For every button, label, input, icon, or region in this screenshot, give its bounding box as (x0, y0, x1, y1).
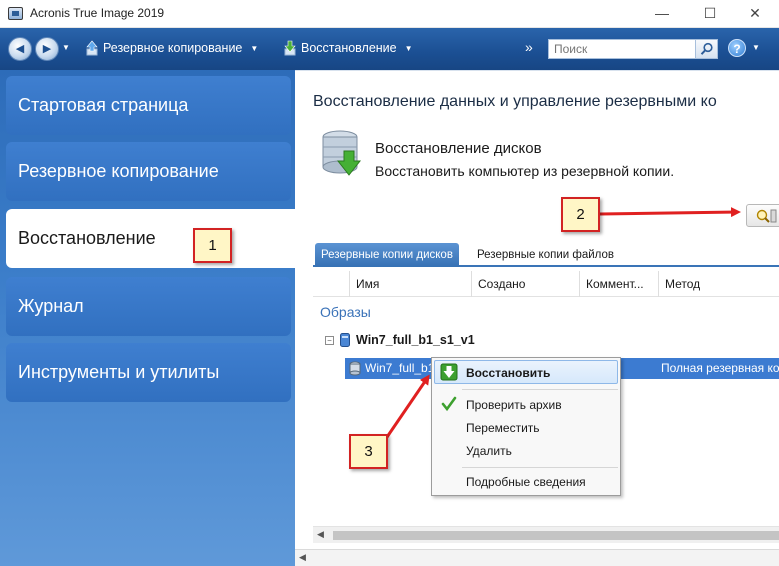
download-arrow-icon (284, 40, 296, 56)
menu-item-validate[interactable]: Проверить архив (466, 398, 562, 412)
backup-menu-button[interactable]: Резервное копирование ▼ (85, 40, 258, 56)
horizontal-scrollbar[interactable]: ◀ (313, 526, 779, 543)
sidebar-item-tools[interactable]: Инструменты и утилиты (6, 343, 291, 402)
section-title: Восстановление дисков (375, 140, 542, 157)
search-box (548, 39, 718, 59)
sidebar-item-home[interactable]: Стартовая страница (6, 76, 291, 135)
title-bar: Acronis True Image 2019 — ☐ ✕ (0, 0, 779, 28)
menu-separator (462, 389, 618, 390)
backup-method: Полная резервная ко (661, 361, 779, 375)
menu-item-move[interactable]: Переместить (466, 421, 540, 435)
archive-row[interactable]: − Win7_full_b1_s1_v1 (325, 333, 475, 347)
scroll-left-icon[interactable]: ◀ (299, 552, 306, 563)
back-arrow-icon: ◀ (15, 43, 25, 55)
sidebar: Стартовая страница Резервное копирование… (0, 70, 295, 566)
overflow-chevron-icon[interactable]: » (525, 39, 533, 55)
page-title: Восстановление данных и управление резер… (313, 93, 717, 110)
backup-name: Win7_full_b1 (365, 361, 435, 375)
archive-icon (340, 333, 350, 347)
sidebar-item-log[interactable]: Журнал (6, 277, 291, 336)
callout-3: 3 (349, 434, 388, 469)
menu-item-restore[interactable]: Восстановить (466, 366, 550, 380)
group-label: Образы (320, 304, 371, 320)
forward-arrow-icon: ▶ (42, 43, 52, 55)
menu-item-delete[interactable]: Удалить (466, 444, 512, 458)
callout-1: 1 (193, 228, 232, 263)
chevron-down-icon: ▼ (250, 43, 259, 53)
maximize-button[interactable]: ☐ (700, 3, 720, 23)
restore-menu-button[interactable]: Восстановление ▼ (283, 40, 413, 56)
scroll-left-icon[interactable]: ◀ (317, 529, 324, 540)
search-input[interactable] (549, 40, 695, 58)
column-headers: Имя Создано Коммент... Метод (313, 271, 779, 297)
app-icon (8, 7, 23, 20)
scroll-thumb[interactable] (333, 531, 779, 540)
column-header-name[interactable]: Имя (349, 271, 471, 297)
column-header-created[interactable]: Создано (471, 271, 579, 297)
forward-button[interactable]: ▶ (35, 37, 59, 61)
section-description: Восстановить компьютер из резервной копи… (375, 163, 675, 179)
context-menu: Восстановить Проверить архив Переместить… (431, 357, 621, 496)
disk-image-icon (349, 361, 361, 376)
minimize-button[interactable]: — (652, 3, 672, 23)
search-icon (700, 42, 713, 55)
column-header-method[interactable]: Метод (658, 271, 779, 297)
collapse-icon[interactable]: − (325, 335, 334, 345)
callout-2: 2 (561, 197, 600, 232)
window-title: Acronis True Image 2019 (30, 6, 165, 20)
help-dropdown-icon[interactable]: ▼ (752, 43, 760, 52)
search-button[interactable] (695, 40, 717, 58)
toolbar: ◀ ▶ ▼ Резервное копирование ▼ Восстановл… (0, 28, 779, 70)
tab-bar: Резервные копии дисков Резервные копии ф… (313, 239, 779, 267)
restore-menu-label: Восстановление (301, 41, 397, 55)
restore-arrow-icon (440, 363, 458, 381)
archive-name: Win7_full_b1_s1_v1 (356, 333, 475, 347)
disk-restore-icon (322, 130, 362, 176)
magnifier-icon (755, 208, 777, 227)
browse-button[interactable] (746, 204, 779, 227)
back-button[interactable]: ◀ (8, 37, 32, 61)
upload-arrow-icon (86, 40, 98, 56)
tab-disk-backups[interactable]: Резервные копии дисков (315, 243, 459, 267)
chevron-down-icon: ▼ (404, 43, 413, 53)
menu-item-details[interactable]: Подробные сведения (466, 475, 586, 489)
tab-file-backups[interactable]: Резервные копии файлов (471, 243, 620, 267)
help-icon[interactable]: ? (728, 39, 746, 57)
sidebar-item-backup[interactable]: Резервное копирование (6, 142, 291, 201)
check-icon (441, 396, 457, 412)
backup-menu-label: Резервное копирование (103, 41, 243, 55)
bottom-scrollbar[interactable]: ◀ (295, 549, 779, 566)
menu-separator (462, 467, 618, 468)
close-button[interactable]: ✕ (745, 3, 765, 23)
column-header-comment[interactable]: Коммент... (579, 271, 658, 297)
history-dropdown-icon[interactable]: ▼ (62, 43, 70, 52)
sidebar-item-restore[interactable]: Восстановление (6, 209, 295, 268)
